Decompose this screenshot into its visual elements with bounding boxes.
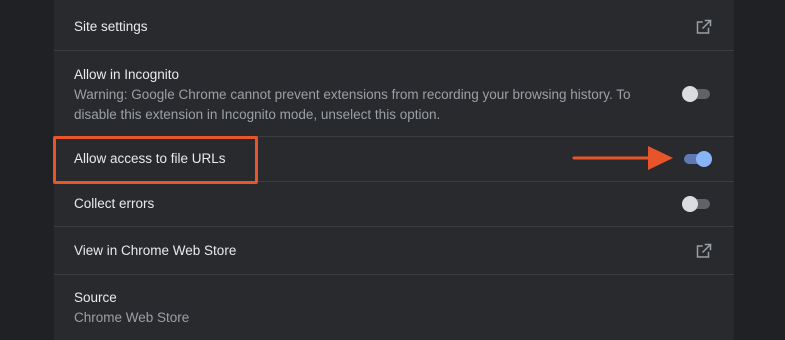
- highlight-box: [53, 136, 258, 184]
- arrow-pointer-icon: [572, 146, 673, 170]
- allow-incognito-toggle[interactable]: [682, 85, 712, 102]
- site-settings-row[interactable]: Site settings: [54, 0, 734, 50]
- site-settings-label: Site settings: [74, 19, 148, 34]
- toggle-knob: [682, 86, 698, 102]
- source-row: Source Chrome Web Store: [54, 274, 734, 340]
- toggle-knob: [696, 151, 712, 167]
- allow-file-urls-toggle[interactable]: [682, 150, 712, 167]
- collect-errors-label: Collect errors: [74, 196, 155, 211]
- allow-incognito-label: Allow in Incognito: [74, 67, 180, 82]
- source-value: Chrome Web Store: [74, 310, 190, 325]
- view-web-store-row[interactable]: View in Chrome Web Store: [54, 226, 734, 274]
- open-in-new-icon[interactable]: [696, 19, 712, 35]
- collect-errors-toggle[interactable]: [682, 195, 712, 212]
- source-label: Source: [74, 290, 117, 305]
- view-web-store-label: View in Chrome Web Store: [74, 243, 237, 258]
- toggle-knob: [682, 196, 698, 212]
- collect-errors-row: Collect errors: [54, 181, 734, 226]
- open-in-new-icon[interactable]: [696, 243, 712, 259]
- allow-incognito-row: Allow in Incognito Warning: Google Chrom…: [54, 50, 734, 136]
- allow-incognito-warning: Warning: Google Chrome cannot prevent ex…: [74, 87, 631, 122]
